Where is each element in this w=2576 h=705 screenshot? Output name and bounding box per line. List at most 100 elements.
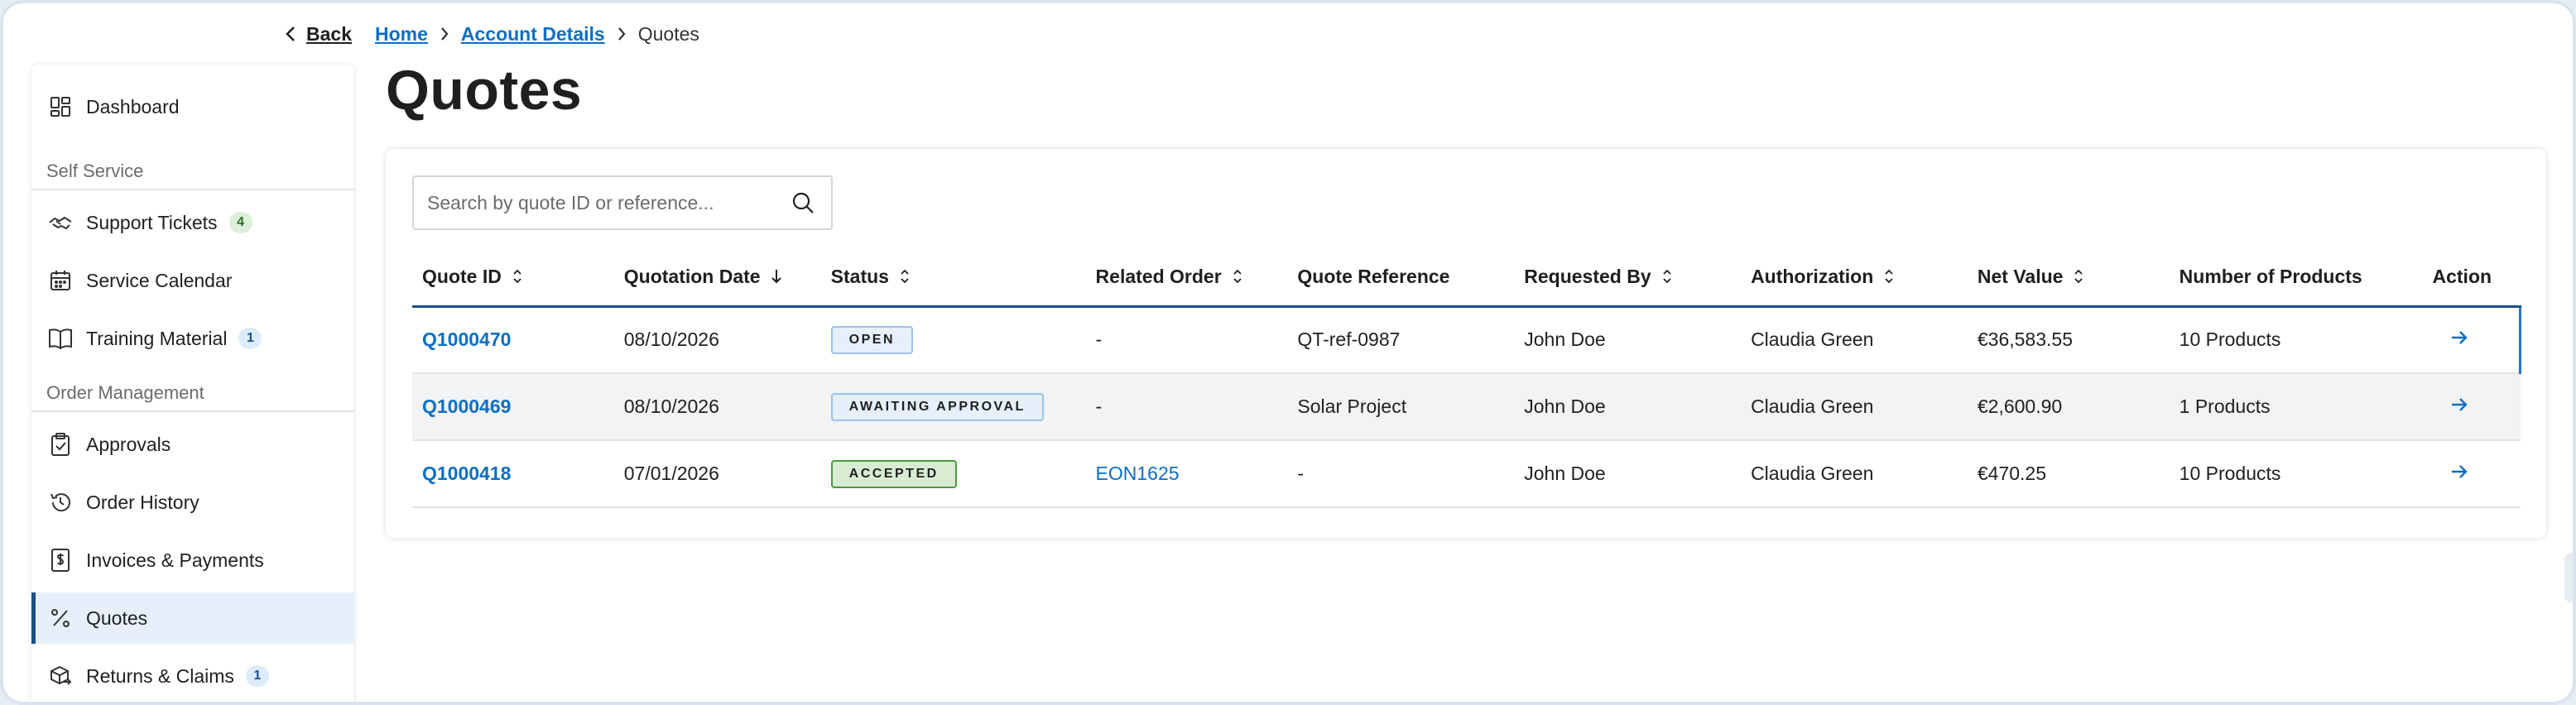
cell-authorization: Claudia Green (1741, 373, 1968, 441)
cell-reference: - (1287, 440, 1515, 508)
cell-action (2422, 306, 2521, 374)
invoice-dollar-icon (46, 546, 74, 574)
header-number-of-products: Number of Products (2169, 248, 2423, 308)
breadcrumb: Back Home Account Details Quotes (285, 22, 699, 46)
handshake-icon (46, 209, 74, 237)
cell-date: 08/10/2026 (613, 373, 821, 441)
header-status[interactable]: Status (820, 248, 1086, 308)
sidebar-section-order-management: Order Management (31, 376, 354, 412)
arrow-right-icon[interactable] (2433, 462, 2469, 482)
cell-status: ACCEPTED (820, 440, 1086, 508)
sidebar-section-self-service: Self Service (31, 154, 354, 190)
quote-id-link[interactable]: Q1000469 (422, 396, 511, 417)
sidebar-item-label: Order History (86, 491, 199, 513)
history-icon (46, 488, 74, 516)
header-action: Action (2422, 248, 2521, 308)
table-header-row: Quote ID Quotation Date Status Related O… (412, 248, 2521, 308)
arrow-down-icon[interactable] (771, 268, 782, 285)
chevron-right-icon (617, 26, 627, 42)
table-row[interactable]: Q1000469 08/10/2026 AWAITING APPROVAL - … (412, 373, 2521, 441)
cell-related-order: - (1085, 373, 1288, 441)
quote-id-link[interactable]: Q1000470 (422, 329, 511, 350)
cell-reference: QT-ref-0987 (1287, 306, 1515, 374)
side-panel-handle[interactable] (2564, 553, 2573, 602)
cell-products: 10 Products (2169, 306, 2423, 374)
breadcrumb-home-link[interactable]: Home (375, 23, 428, 46)
sort-icon[interactable] (1883, 268, 1895, 285)
cell-authorization: Claudia Green (1741, 440, 1968, 508)
percent-icon (46, 604, 74, 632)
sidebar-item-dashboard[interactable]: Dashboard (31, 81, 354, 132)
cell-action (2422, 373, 2521, 441)
cell-date: 08/10/2026 (613, 306, 821, 374)
calendar-icon (46, 266, 74, 295)
page-title: Quotes (386, 59, 583, 122)
table-row[interactable]: Q1000418 07/01/2026 ACCEPTED EON1625 - J… (412, 440, 2521, 508)
cell-action (2422, 440, 2521, 508)
cell-quote-id[interactable]: Q1000470 (412, 306, 614, 374)
sort-icon[interactable] (899, 268, 911, 285)
cell-net-value: €470.25 (1967, 440, 2170, 508)
cell-net-value: €36,583.55 (1967, 306, 2170, 374)
header-quote-reference: Quote Reference (1287, 248, 1515, 308)
cell-quote-id[interactable]: Q1000469 (412, 373, 614, 441)
app-window: Back Home Account Details Quotes Dashboa… (0, 0, 2576, 705)
sidebar-item-approvals[interactable]: Approvals (31, 419, 354, 470)
cell-reference: Solar Project (1287, 373, 1515, 441)
sort-icon[interactable] (1232, 268, 1243, 285)
chevron-left-icon (286, 26, 295, 41)
related-order-link[interactable]: EON1625 (1096, 463, 1180, 484)
header-quote-id[interactable]: Quote ID (412, 248, 614, 308)
cell-quote-id[interactable]: Q1000418 (412, 440, 614, 508)
sidebar-item-support-tickets[interactable]: Support Tickets 4 (31, 197, 354, 248)
table-row[interactable]: Q1000470 08/10/2026 OPEN - QT-ref-0987 J… (412, 306, 2521, 374)
sidebar-item-label: Dashboard (86, 95, 180, 118)
sidebar-item-service-calendar[interactable]: Service Calendar (31, 255, 354, 306)
arrow-right-icon[interactable] (2433, 328, 2469, 348)
sort-icon[interactable] (512, 268, 523, 285)
arrow-right-icon[interactable] (2433, 395, 2469, 415)
cell-related-order: EON1625 (1085, 440, 1288, 508)
sidebar-item-label: Invoices & Payments (86, 549, 264, 571)
cell-status: OPEN (820, 306, 1086, 374)
breadcrumb-current: Quotes (637, 22, 699, 45)
header-related-order[interactable]: Related Order (1085, 248, 1288, 308)
sidebar-item-training-material[interactable]: Training Material 1 (31, 313, 354, 364)
status-badge: OPEN (830, 325, 913, 354)
sidebar-item-returns-claims[interactable]: Returns & Claims 1 (31, 650, 354, 702)
header-authorization[interactable]: Authorization (1741, 248, 1968, 308)
cell-related-order: - (1085, 306, 1288, 374)
package-return-icon (46, 662, 74, 690)
dashboard-icon (46, 93, 74, 121)
breadcrumb-account-details-link[interactable]: Account Details (461, 23, 605, 46)
cell-date: 07/01/2026 (613, 440, 821, 508)
header-quotation-date[interactable]: Quotation Date (613, 248, 821, 308)
status-badge: AWAITING APPROVAL (830, 392, 1044, 421)
sort-icon[interactable] (2073, 268, 2084, 285)
quote-id-link[interactable]: Q1000418 (422, 463, 511, 484)
sidebar-item-label: Support Tickets (86, 211, 218, 233)
sidebar-item-invoices-payments[interactable]: Invoices & Payments (31, 535, 354, 586)
sidebar-item-label: Approvals (86, 433, 171, 455)
quotes-card: Quote ID Quotation Date Status Related O… (386, 149, 2546, 538)
sidebar-item-order-history[interactable]: Order History (31, 477, 354, 528)
search-input[interactable] (427, 191, 788, 214)
support-tickets-count-badge: 4 (228, 212, 252, 233)
header-requested-by[interactable]: Requested By (1514, 248, 1742, 308)
sidebar: Dashboard Self Service Support Tickets 4… (31, 65, 354, 702)
back-link[interactable]: Back (285, 23, 352, 46)
search-icon[interactable] (788, 188, 818, 218)
header-net-value[interactable]: Net Value (1967, 248, 2170, 308)
status-badge: ACCEPTED (830, 459, 957, 488)
book-icon (46, 324, 74, 352)
sidebar-item-label: Quotes (86, 607, 148, 629)
cell-status: AWAITING APPROVAL (820, 373, 1086, 441)
sort-icon[interactable] (1661, 268, 1673, 285)
back-label: Back (306, 22, 352, 45)
cell-net-value: €2,600.90 (1967, 373, 2170, 441)
returns-claims-count-badge: 1 (245, 665, 269, 687)
sidebar-item-quotes[interactable]: Quotes (31, 592, 354, 644)
cell-products: 1 Products (2169, 373, 2423, 441)
chevron-right-icon (440, 26, 449, 42)
sidebar-item-label: Returns & Claims (86, 664, 234, 687)
